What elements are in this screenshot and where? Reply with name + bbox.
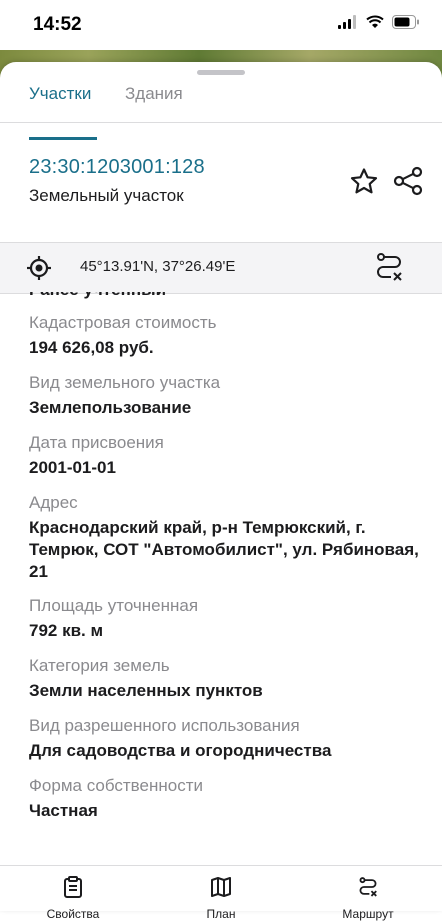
field-cadastral-value: Кадастровая стоимость 194 626,08 руб. xyxy=(29,312,419,359)
field-permitted-use: Вид разрешенного использования Для садов… xyxy=(29,715,419,762)
sheet-grabber-handle[interactable] xyxy=(197,70,245,75)
share-icon[interactable] xyxy=(392,165,424,197)
locate-crosshair-icon[interactable] xyxy=(26,255,52,281)
bottom-sheet: Участки Здания 23:30:1203001:128 Земельн… xyxy=(0,62,442,910)
nav-route[interactable]: Маршрут xyxy=(338,876,398,921)
tab-bar: Участки Здания xyxy=(0,82,442,140)
field-value: Для садоводства и огородничества xyxy=(29,741,332,760)
field-value: Земли населенных пунктов xyxy=(29,681,263,700)
map-icon xyxy=(211,877,231,897)
field-value[interactable]: Краснодарский край, р-н Темрюкский, г. Т… xyxy=(29,517,419,583)
field-address: Адрес Краснодарский край, р-н Темрюкский… xyxy=(29,492,419,583)
field-ownership: Форма собственности Частная xyxy=(29,775,419,822)
field-label: Вид земельного участка xyxy=(29,373,221,392)
tab-buildings[interactable]: Здания xyxy=(125,84,183,104)
active-tab-indicator xyxy=(29,137,97,140)
nav-plan-label: План xyxy=(206,907,236,921)
coordinates-text[interactable]: 45°13.91'N, 37°26.49'E xyxy=(80,258,235,275)
field-value: 2001-01-01 xyxy=(29,458,116,477)
field-assignment-date: Дата присвоения 2001-01-01 xyxy=(29,432,419,479)
field-label: Форма собственности xyxy=(29,776,203,795)
field-value: Частная xyxy=(29,801,98,820)
field-label: Кадастровая стоимость xyxy=(29,313,217,332)
cadastral-number[interactable]: 23:30:1203001:128 xyxy=(29,156,205,179)
nav-route-label: Маршрут xyxy=(342,907,394,921)
nav-properties[interactable]: Свойства xyxy=(43,876,103,921)
partial-field-value: Ранее учтенный xyxy=(29,292,166,300)
field-label: Адрес xyxy=(29,493,78,512)
field-label: Площадь уточненная xyxy=(29,596,199,615)
signal-icon xyxy=(338,15,356,29)
clipboard-icon xyxy=(64,876,82,898)
field-value: 792 кв. м xyxy=(29,621,104,640)
field-area: Площадь уточненная 792 кв. м xyxy=(29,595,419,642)
field-label: Вид разрешенного использования xyxy=(29,716,300,735)
status-icons xyxy=(338,15,420,29)
status-time: 14:52 xyxy=(33,14,82,35)
bottom-navigation: Свойства План Маршрут xyxy=(0,865,442,921)
field-parcel-kind: Вид земельного участка Землепользование xyxy=(29,372,419,419)
route-icon[interactable] xyxy=(373,251,405,283)
field-land-category: Категория земель Земли населенных пункто… xyxy=(29,655,419,702)
favorite-star-icon[interactable] xyxy=(348,166,380,198)
nav-properties-label: Свойства xyxy=(46,907,100,921)
nav-plan[interactable]: План xyxy=(191,876,251,921)
status-bar: 14:52 xyxy=(0,0,442,52)
battery-icon xyxy=(392,15,419,29)
field-value: 194 626,08 руб. xyxy=(29,338,154,357)
wifi-icon xyxy=(366,15,384,28)
field-label: Дата присвоения xyxy=(29,433,164,452)
coordinates-bar: 45°13.91'N, 37°26.49'E xyxy=(0,242,442,294)
divider xyxy=(0,122,442,123)
tab-parcels[interactable]: Участки xyxy=(29,84,91,104)
field-value: Землепользование xyxy=(29,398,192,417)
field-label: Категория земель xyxy=(29,656,170,675)
properties-list[interactable]: Ранее учтенный Кадастровая стоимость 194… xyxy=(0,292,442,872)
parcel-type: Земельный участок xyxy=(29,186,184,205)
route-icon xyxy=(359,877,377,897)
